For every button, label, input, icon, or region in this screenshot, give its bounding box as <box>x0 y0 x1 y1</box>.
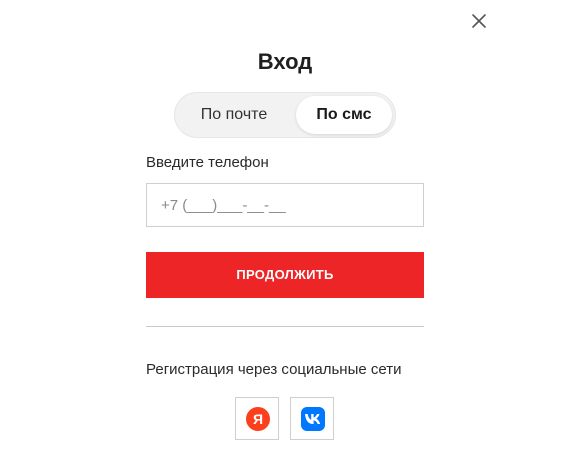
login-dialog: Вход По почте По смс Введите телефон ПРО… <box>0 0 570 469</box>
vk-icon <box>301 407 325 431</box>
dialog-title: Вход <box>257 49 313 74</box>
close-icon <box>472 14 486 28</box>
continue-button[interactable]: ПРОДОЛЖИТЬ <box>146 252 424 298</box>
tab-email[interactable]: По почте <box>179 96 289 134</box>
yandex-icon: Я <box>246 407 270 431</box>
vk-login-button[interactable] <box>290 397 334 440</box>
close-button[interactable] <box>470 12 488 30</box>
phone-input[interactable] <box>146 183 424 227</box>
yandex-login-button[interactable]: Я <box>235 397 279 440</box>
phone-field-label: Введите телефон <box>146 154 269 171</box>
divider <box>146 326 424 327</box>
tab-sms[interactable]: По смс <box>296 96 392 134</box>
login-method-tabs: По почте По смс <box>174 92 396 138</box>
social-login-label: Регистрация через социальные сети <box>146 361 402 378</box>
